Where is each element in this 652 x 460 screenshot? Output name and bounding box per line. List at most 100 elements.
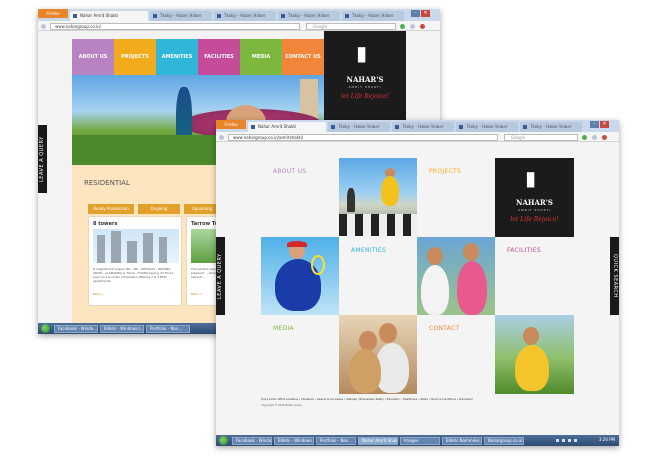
start-button[interactable] (41, 324, 50, 333)
tab[interactable]: Tkoby - Haber Haber (328, 122, 390, 132)
about-us-tile[interactable]: ABOUT US (261, 158, 339, 236)
girl-garden-photo (495, 315, 574, 394)
volume-icon[interactable] (574, 439, 577, 442)
pill-upcoming[interactable]: Upcoming (184, 204, 220, 214)
projects-tile[interactable]: PROJECTS (417, 158, 495, 236)
tab-bar: Firefox Nahar Amrit Shakti Tkoby - Haber… (216, 120, 619, 132)
woman-body (349, 349, 381, 393)
projects-label: PROJECTS (429, 168, 462, 175)
minimize-button[interactable]: – (411, 10, 420, 17)
taskbar-item[interactable]: Billets - Windows L... (274, 437, 314, 445)
menu-media[interactable]: MEDIA (240, 39, 282, 75)
page-icon (281, 14, 285, 18)
addon-icon[interactable] (602, 135, 607, 140)
tab[interactable]: Tkoby - Haber Haber (214, 11, 276, 21)
pill-ongoing[interactable]: Ongoing (138, 204, 180, 214)
media-tile[interactable]: MEDIA (261, 315, 339, 393)
close-button[interactable]: ✕ (421, 10, 430, 17)
brand-logo[interactable]: ▮ NAHAR'S AMRIT SHAKTI let Life Rejoice! (495, 158, 574, 237)
amenities-tile[interactable]: AMENITIES (339, 237, 417, 315)
card-more-link[interactable]: More > (191, 292, 202, 296)
download-icon[interactable] (400, 24, 405, 29)
url-field[interactable]: www.nahargroup.co.in/amritshakti/ (228, 134, 498, 141)
card-description: 8 magnificent towers (B1 - B5 - ASTRALIS… (93, 267, 174, 283)
leave-a-query-tab[interactable]: LEAVE A QUERY (216, 237, 225, 315)
close-button[interactable]: ✕ (600, 121, 609, 128)
search-field[interactable]: Google (306, 23, 396, 30)
menu-facilities[interactable]: FACILITIES (198, 39, 240, 75)
taskbar-item[interactable]: Portfolio - Nas... (316, 437, 356, 445)
taskbar-item[interactable]: Images (400, 437, 440, 445)
taskbar-item[interactable]: Portfolio - Nas... (146, 325, 190, 333)
footer-quick-links[interactable]: Quick Links: Office Locations • Feedback… (261, 398, 473, 401)
card-image (93, 229, 179, 263)
menu-contact-us[interactable]: CONTACT US (282, 39, 324, 75)
building (127, 241, 137, 263)
pill-ready-possession[interactable]: Ready Possession (88, 204, 134, 214)
tab-bar: Firefox Nahar Amrit Shakti Tkoby - Haber… (38, 9, 440, 21)
tab-label: Tkoby - Haber Haber (224, 13, 266, 18)
start-button[interactable] (219, 436, 228, 445)
player-figure (381, 176, 399, 206)
minimize-button[interactable]: – (590, 121, 599, 128)
card-title: 8 towers (93, 221, 118, 227)
menu-projects[interactable]: PROJECTS (114, 39, 156, 75)
building (97, 235, 105, 263)
leave-a-query-tab[interactable]: LEAVE A QUERY (38, 125, 47, 193)
tab[interactable]: Tkoby - Haber Haber (342, 11, 404, 21)
download-icon[interactable] (582, 135, 587, 140)
contact-tile[interactable]: CONTACT (417, 315, 495, 393)
taskbar-item[interactable]: Facebook - Windo... (54, 325, 98, 333)
taskbar-item[interactable]: Billets Nommées... (442, 437, 482, 445)
search-field[interactable]: Google (504, 134, 578, 141)
brand-logo[interactable]: ▮ NAHAR'S AMRIT SHAKTI let Life Rejoice! (324, 31, 406, 123)
tray-icon[interactable] (556, 439, 559, 442)
tray-icon[interactable] (562, 439, 565, 442)
page-icon (395, 125, 399, 129)
card-more-link[interactable]: More > (93, 292, 104, 296)
taskbar-item[interactable]: Billets - Windows L... (100, 325, 144, 333)
tab-label: Nahar Amrit Shakti (258, 124, 297, 129)
front-browser-window: Firefox Nahar Amrit Shakti Tkoby - Haber… (216, 120, 619, 446)
back-icon[interactable] (41, 24, 46, 29)
page-icon (523, 125, 527, 129)
quick-search-tab[interactable]: QUICK SEARCH (610, 237, 619, 315)
tab-label: Tkoby - Haber Haber (530, 124, 572, 129)
tab[interactable]: Tkoby - Haber Haber (520, 122, 582, 132)
logo-brand: NAHAR'S (346, 75, 384, 84)
addon-icon[interactable] (420, 24, 425, 29)
project-card[interactable]: 8 towers 8 magnificent towers (B1 - B5 -… (88, 216, 182, 306)
tab-label: Tkoby - Haber Haber (338, 124, 380, 129)
taskbar-item[interactable]: Facebook - Windo... (232, 437, 272, 445)
tab-active[interactable]: Nahar Amrit Shakti (70, 11, 148, 21)
firefox-menu-button[interactable]: Firefox (216, 120, 246, 129)
menu-amenities[interactable]: AMENITIES (156, 39, 198, 75)
facilities-tile[interactable]: FACILITIES (495, 237, 573, 315)
tray-icon[interactable] (568, 439, 571, 442)
facebook-icon (73, 14, 77, 18)
logo-tagline: let Life Rejoice! (340, 93, 390, 100)
chess-photo (339, 158, 417, 236)
tab-label: Tkoby - Haber Haber (160, 13, 202, 18)
logo-tagline: let Life Rejoice! (510, 216, 559, 223)
girl-head (463, 243, 479, 261)
back-icon[interactable] (219, 135, 224, 140)
home-icon[interactable] (592, 135, 597, 140)
taskbar-item[interactable]: Nahar Amrit Shakti... (358, 437, 398, 445)
page-icon (217, 14, 221, 18)
girl-body (515, 345, 549, 391)
tab-active[interactable]: Nahar Amrit Shakti (248, 122, 326, 132)
tab[interactable]: Tkoby - Haber Haber (456, 122, 518, 132)
tab[interactable]: Tkoby - Haber Haber (278, 11, 340, 21)
about-us-label: ABOUT US (273, 168, 307, 175)
facilities-label: FACILITIES (507, 247, 542, 254)
logo-sub: AMRIT SHAKTI (517, 208, 552, 212)
url-field[interactable]: www.nahargroup.co.in/ (50, 23, 300, 30)
menu-about-us[interactable]: ABOUT US (72, 39, 114, 75)
tab[interactable]: Tkoby - Haber Haber (392, 122, 454, 132)
tab[interactable]: Tkoby - Haber Haber (150, 11, 212, 21)
taskbar-item[interactable]: Nahargroup.co.in... (484, 437, 524, 445)
firefox-menu-button[interactable]: Firefox (38, 9, 68, 18)
tennis-racket (311, 255, 325, 275)
home-icon[interactable] (410, 24, 415, 29)
